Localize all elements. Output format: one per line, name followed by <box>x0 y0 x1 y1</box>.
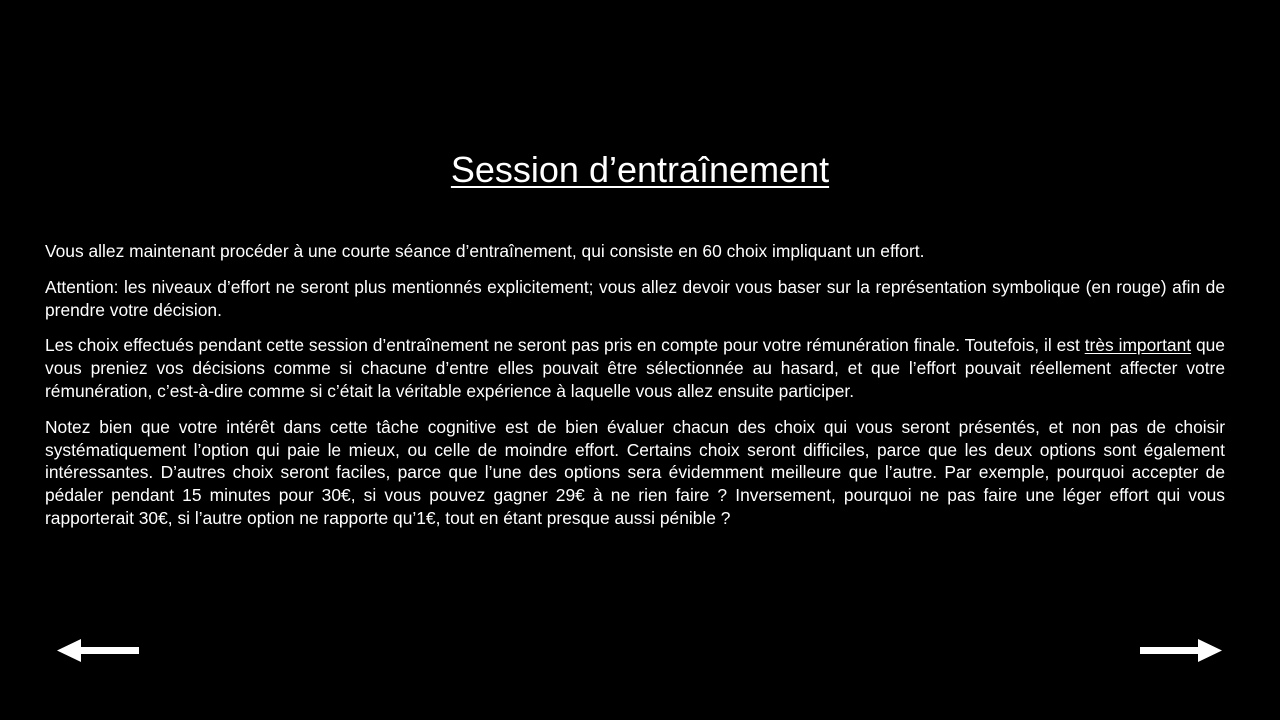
paragraph-evaluation: Notez bien que votre intérêt dans cette … <box>45 416 1225 528</box>
instructions-body: Vous allez maintenant procéder à une cou… <box>45 240 1225 543</box>
emphasis-text: très important <box>1084 335 1192 356</box>
page-title: Session d’entraînement <box>450 149 830 190</box>
arrow-left-icon <box>57 639 139 662</box>
paragraph-intro: Vous allez maintenant procéder à une cou… <box>45 241 925 261</box>
paragraph-training-note: Les choix effectués pendant cette sessio… <box>45 334 1225 402</box>
arrow-right-icon <box>1140 639 1222 662</box>
back-button[interactable] <box>57 637 141 665</box>
next-button[interactable] <box>1138 637 1222 665</box>
paragraph-training-note-start: Les choix effectués pendant cette sessio… <box>45 335 1085 356</box>
paragraph-attention: Attention: les niveaux d’effort ne seron… <box>45 276 1225 320</box>
